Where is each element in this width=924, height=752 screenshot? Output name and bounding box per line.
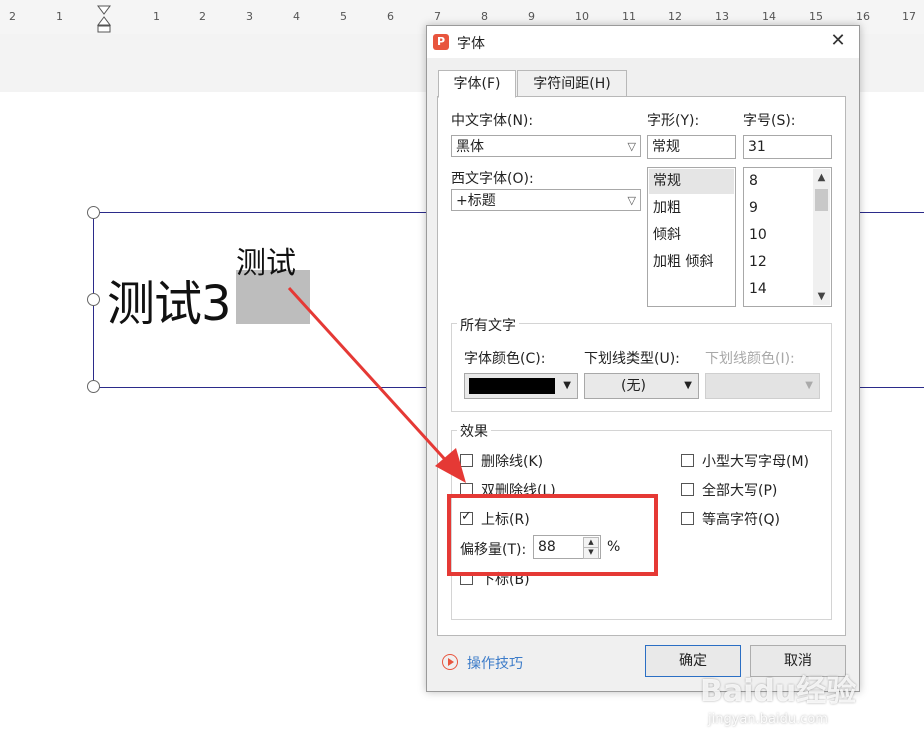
ruler-number: 2 (199, 10, 206, 23)
scroll-thumb[interactable] (815, 189, 828, 211)
strikethrough-label: 删除线(K) (481, 454, 544, 470)
scrollbar[interactable]: ▲ ▼ (813, 169, 830, 305)
ruler-number: 13 (715, 10, 729, 23)
indent-marker-icon[interactable] (97, 5, 111, 33)
play-circle-icon[interactable] (442, 654, 458, 670)
ruler-number: 17 (902, 10, 916, 23)
dialog-title: 字体 (457, 36, 485, 52)
resize-handle[interactable] (87, 206, 100, 219)
equal-height-label: 等高字符(Q) (702, 512, 780, 528)
font-size-list[interactable]: 8 9 10 12 14 ▲ ▼ (743, 167, 832, 307)
ruler-number: 9 (528, 10, 535, 23)
list-item[interactable]: 14 (745, 277, 767, 302)
chevron-down-icon: ▽ (627, 140, 636, 153)
list-item[interactable]: 8 (745, 169, 758, 194)
underline-type-label: 下划线类型(U): (584, 351, 680, 367)
dialog-titlebar[interactable]: P 字体 ✕ (427, 26, 859, 58)
font-style-label: 字形(Y): (647, 113, 700, 129)
caret-down-icon: ▼ (805, 380, 813, 391)
list-item[interactable]: 10 (745, 223, 767, 248)
annotation-arrow-icon (287, 286, 466, 483)
western-font-select[interactable]: +标题 ▽ (451, 189, 641, 211)
all-caps-checkbox[interactable] (681, 483, 694, 496)
list-item[interactable]: 加粗 (649, 196, 681, 221)
small-caps-checkbox[interactable] (681, 454, 694, 467)
color-swatch (469, 378, 555, 394)
western-font-value: +标题 (456, 193, 496, 209)
font-size-value: 31 (748, 139, 766, 155)
watermark-url: jingyan.baidu.com (708, 712, 828, 727)
ruler-number: 1 (56, 10, 63, 23)
chinese-font-select[interactable]: 黑体 ▽ (451, 135, 641, 157)
font-style-input[interactable]: 常规 (647, 135, 736, 159)
font-dialog: P 字体 ✕ 字体(F) 字符间距(H) 中文字体(N): 黑体 ▽ 西文字体(… (426, 25, 860, 692)
ruler-number: 10 (575, 10, 589, 23)
superscript-text[interactable]: 测试 (236, 238, 296, 282)
annotation-highlight-box (447, 494, 658, 576)
app-logo-icon: P (433, 34, 449, 50)
ruler-number: 4 (293, 10, 300, 23)
ruler-number: 8 (481, 10, 488, 23)
ruler-number: 14 (762, 10, 776, 23)
font-size-input[interactable]: 31 (743, 135, 832, 159)
equal-height-checkbox[interactable] (681, 512, 694, 525)
list-item[interactable]: 12 (745, 250, 767, 275)
scroll-down-icon[interactable]: ▼ (813, 288, 830, 305)
all-caps-label: 全部大写(P) (702, 483, 778, 499)
font-style-value: 常规 (652, 139, 680, 155)
resize-handle[interactable] (87, 380, 100, 393)
ruler-number: 1 (153, 10, 160, 23)
close-icon[interactable]: ✕ (827, 30, 849, 51)
ruler-number: 6 (387, 10, 394, 23)
chevron-down-icon: ▽ (627, 194, 636, 207)
resize-handle[interactable] (87, 293, 100, 306)
caret-down-icon: ▼ (563, 380, 571, 391)
font-color-picker[interactable]: ▼ (464, 373, 578, 399)
chinese-font-label: 中文字体(N): (451, 113, 534, 129)
tab-font[interactable]: 字体(F) (438, 70, 516, 98)
ruler-number: 5 (340, 10, 347, 23)
ruler-number: 2 (9, 10, 16, 23)
ruler-number: 12 (668, 10, 682, 23)
ruler-number: 16 (856, 10, 870, 23)
underline-color-picker: ▼ (705, 373, 820, 399)
font-size-label: 字号(S): (743, 113, 796, 129)
watermark-logo: Baidu经验 (700, 674, 857, 709)
chinese-font-value: 黑体 (456, 139, 484, 155)
list-item[interactable]: 加粗 倾斜 (649, 250, 713, 275)
underline-color-label: 下划线颜色(I): (705, 351, 795, 367)
list-item[interactable]: 9 (745, 196, 758, 221)
ruler-number: 11 (622, 10, 636, 23)
ruler-number: 3 (246, 10, 253, 23)
small-caps-label: 小型大写字母(M) (702, 454, 810, 470)
list-item[interactable]: 倾斜 (649, 223, 681, 248)
underline-type-select[interactable]: (无) ▼ (584, 373, 699, 399)
caret-down-icon: ▼ (684, 380, 692, 391)
tips-link[interactable]: 操作技巧 (467, 653, 523, 673)
underline-type-value: (无) (621, 378, 646, 394)
tab-character-spacing[interactable]: 字符间距(H) (517, 70, 627, 98)
western-font-label: 西文字体(O): (451, 171, 534, 187)
scroll-up-icon[interactable]: ▲ (813, 169, 830, 186)
ruler-number: 15 (809, 10, 823, 23)
list-item[interactable]: 常规 (649, 169, 734, 194)
ruler-number: 7 (434, 10, 441, 23)
font-style-list[interactable]: 常规 加粗 倾斜 加粗 倾斜 (647, 167, 736, 307)
document-text[interactable]: 测试3 (107, 264, 232, 334)
